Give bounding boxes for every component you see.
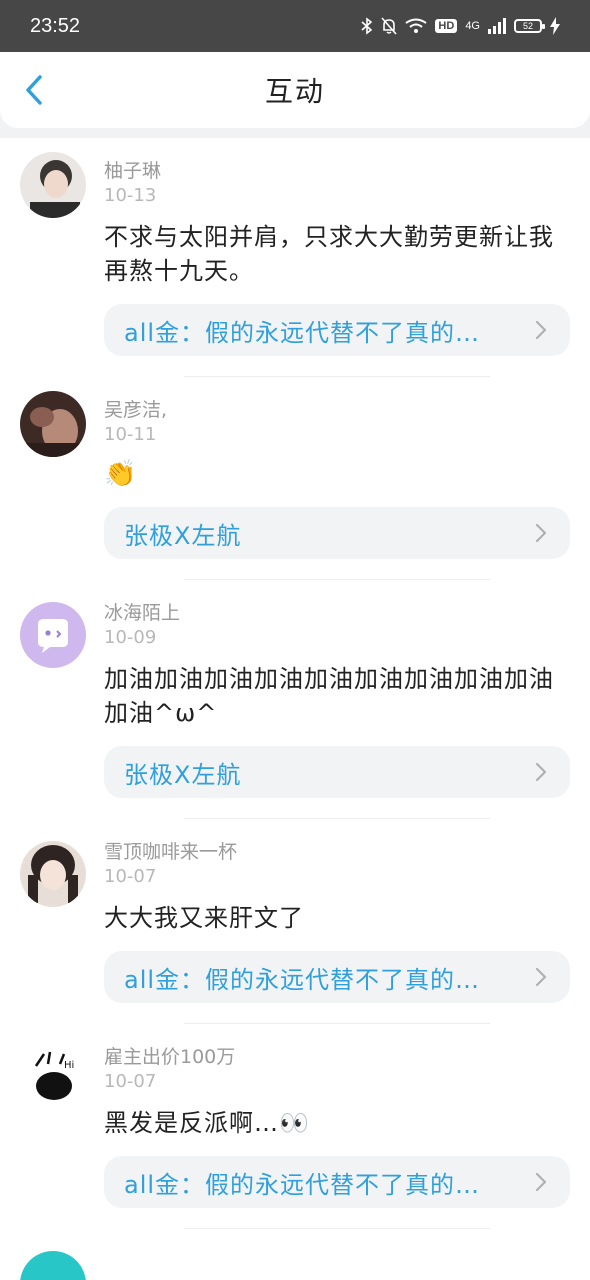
user-name[interactable]: 吴彦洁, — [104, 377, 570, 423]
comment-text: 加油加油加油加油加油加油加油加油加油加油^ω^ — [104, 665, 554, 727]
chevron-right-icon — [534, 762, 548, 782]
reference-card[interactable]: all金：假的永远代替不了真的… — [104, 1156, 570, 1208]
chevron-left-icon — [26, 75, 42, 105]
avatar[interactable] — [20, 391, 86, 457]
clapping-emoji: 👏 — [104, 459, 137, 489]
user-name[interactable]: 雇主出价100万 — [104, 1024, 570, 1070]
reference-title: all金：假的永远代替不了真的… — [124, 965, 481, 994]
wifi-icon — [405, 18, 427, 34]
chevron-right-icon — [534, 320, 548, 340]
avatar[interactable] — [20, 602, 86, 668]
avatar[interactable] — [20, 152, 86, 218]
bluetooth-icon — [361, 17, 373, 35]
comment-date: 10-09 — [104, 627, 157, 648]
list-item[interactable] — [0, 1229, 590, 1280]
reference-title: 张极X左航 — [124, 760, 242, 789]
reference-title: all金：假的永远代替不了真的… — [124, 318, 481, 347]
chevron-right-icon — [534, 523, 548, 543]
avatar[interactable] — [20, 841, 86, 907]
chevron-right-icon — [534, 1172, 548, 1192]
reference-card[interactable]: all金：假的永远代替不了真的… — [104, 304, 570, 356]
charging-icon — [550, 17, 560, 35]
top-bar: 互动 — [0, 52, 590, 128]
battery-level: 52 — [522, 21, 533, 31]
interaction-list: 柚子琳 10-13 不求与太阳并肩，只求大大勤劳更新让我再熬十九天。 all金：… — [0, 138, 590, 1280]
list-item[interactable]: Hi 雇主出价100万 10-07 黑发是反派啊…👀 all金：假的永远代替不了… — [0, 1024, 590, 1229]
chevron-right-icon — [534, 967, 548, 987]
comment-date: 10-07 — [104, 866, 157, 887]
comment-text: 黑发是反派啊…👀 — [104, 1109, 310, 1137]
network-type: 4G — [465, 19, 480, 32]
status-bar: 23:52 HD 4G 52 — [0, 0, 590, 52]
svg-text:Hi: Hi — [64, 1060, 74, 1071]
list-item[interactable]: 吴彦洁, 10-11 👏 张极X左航 — [0, 377, 590, 580]
reference-title: 张极X左航 — [124, 521, 242, 550]
battery-icon: 52 — [514, 19, 545, 33]
back-button[interactable] — [20, 72, 48, 108]
hd-icon: HD — [435, 19, 458, 33]
avatar[interactable] — [20, 1251, 86, 1280]
reference-card[interactable]: 张极X左航 — [104, 507, 570, 559]
list-item[interactable]: 冰海陌上 10-09 加油加油加油加油加油加油加油加油加油加油^ω^ 张极X左航 — [0, 580, 590, 819]
page-title: 互动 — [264, 75, 325, 108]
comment-text: 大大我又来肝文了 — [104, 904, 304, 932]
list-item[interactable]: 柚子琳 10-13 不求与太阳并肩，只求大大勤劳更新让我再熬十九天。 all金：… — [0, 138, 590, 377]
comment-date: 10-13 — [104, 185, 157, 206]
signal-icon — [488, 18, 506, 34]
comment-date: 10-11 — [104, 424, 157, 445]
comment-date: 10-07 — [104, 1071, 157, 1092]
user-name[interactable]: 雪顶咖啡来一杯 — [104, 819, 570, 865]
avatar[interactable]: Hi — [20, 1046, 86, 1112]
user-name[interactable]: 冰海陌上 — [104, 580, 570, 626]
reference-card[interactable]: all金：假的永远代替不了真的… — [104, 951, 570, 1003]
status-icons: HD 4G 52 — [361, 17, 560, 35]
bell-off-icon — [381, 17, 398, 35]
reference-card[interactable]: 张极X左航 — [104, 746, 570, 798]
reference-title: all金：假的永远代替不了真的… — [124, 1170, 481, 1199]
status-time: 23:52 — [30, 14, 81, 37]
user-name[interactable]: 柚子琳 — [104, 138, 570, 184]
list-item[interactable]: 雪顶咖啡来一杯 10-07 大大我又来肝文了 all金：假的永远代替不了真的… — [0, 819, 590, 1024]
comment-text: 不求与太阳并肩，只求大大勤劳更新让我再熬十九天。 — [104, 223, 554, 285]
